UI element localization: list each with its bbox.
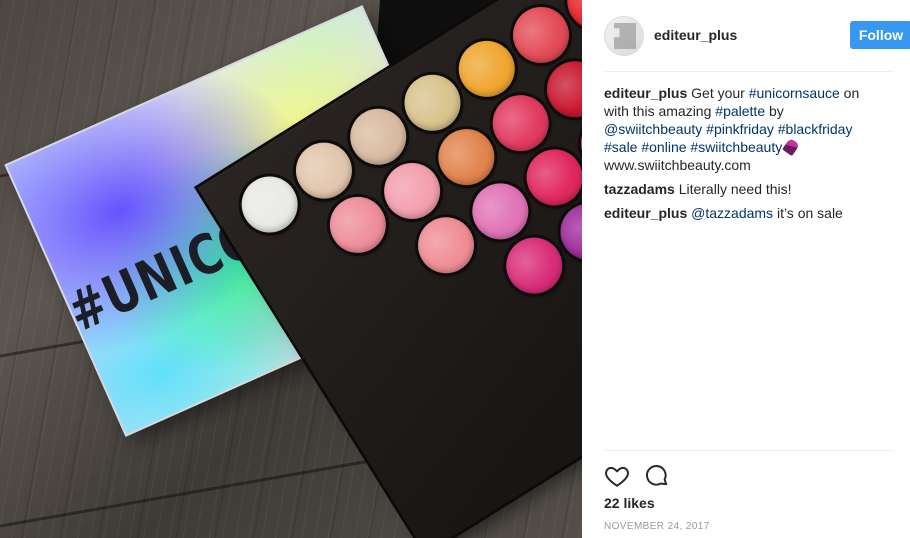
comment-username[interactable]: editeur_plus [604, 205, 687, 221]
hashtag-link[interactable]: #pinkfriday [706, 121, 774, 137]
hashtag-link[interactable]: #blackfriday [778, 121, 853, 137]
comment-item: tazzadams Literally need this! [604, 180, 872, 198]
avatar[interactable] [604, 16, 644, 56]
follow-button[interactable]: Follow [850, 21, 910, 49]
brand-logo-icon [614, 23, 636, 49]
comment-text: Literally need this! [674, 181, 792, 197]
comment-item: editeur_plus @tazzadams it’s on sale [604, 204, 872, 222]
post-actions: 22 likes NOVEMBER 24, 2017 [604, 450, 894, 532]
comment-text: Get your [687, 85, 749, 101]
hashtag-link[interactable]: #online [641, 139, 686, 155]
post-header: editeur_plus Follow [604, 12, 910, 72]
comment-username[interactable]: tazzadams [604, 181, 675, 197]
hashtag-link[interactable]: #unicornsauce [749, 85, 840, 101]
likes-count[interactable]: 22 likes [604, 495, 655, 511]
heart-icon[interactable] [604, 463, 630, 489]
hashtag-link[interactable]: @tazzadams [687, 205, 773, 221]
comment-text: by [765, 103, 784, 119]
hashtag-link[interactable]: @swiitchbeauty [604, 121, 702, 137]
comment-text: it’s on sale [773, 205, 843, 221]
hashtag-link[interactable]: #sale [604, 139, 637, 155]
action-icons [604, 463, 684, 489]
hashtag-link[interactable]: #palette [715, 103, 765, 119]
comment-text: www.swiitchbeauty.com [604, 157, 751, 173]
comment-bubble-icon[interactable] [644, 463, 670, 489]
post-image[interactable]: #UNICORNSAUCE [0, 0, 582, 538]
lipstick-icon [782, 137, 801, 157]
post-side-panel: editeur_plus Follow editeur_plus Get you… [582, 0, 910, 538]
comment-username[interactable]: editeur_plus [604, 85, 687, 101]
hashtag-link[interactable]: #swiitchbeauty [690, 139, 782, 155]
post-date: NOVEMBER 24, 2017 [604, 521, 710, 532]
comment-item: editeur_plus Get your #unicornsauce on w… [604, 84, 872, 174]
comments-list: editeur_plus Get your #unicornsauce on w… [604, 84, 872, 228]
header-username[interactable]: editeur_plus [654, 27, 737, 43]
